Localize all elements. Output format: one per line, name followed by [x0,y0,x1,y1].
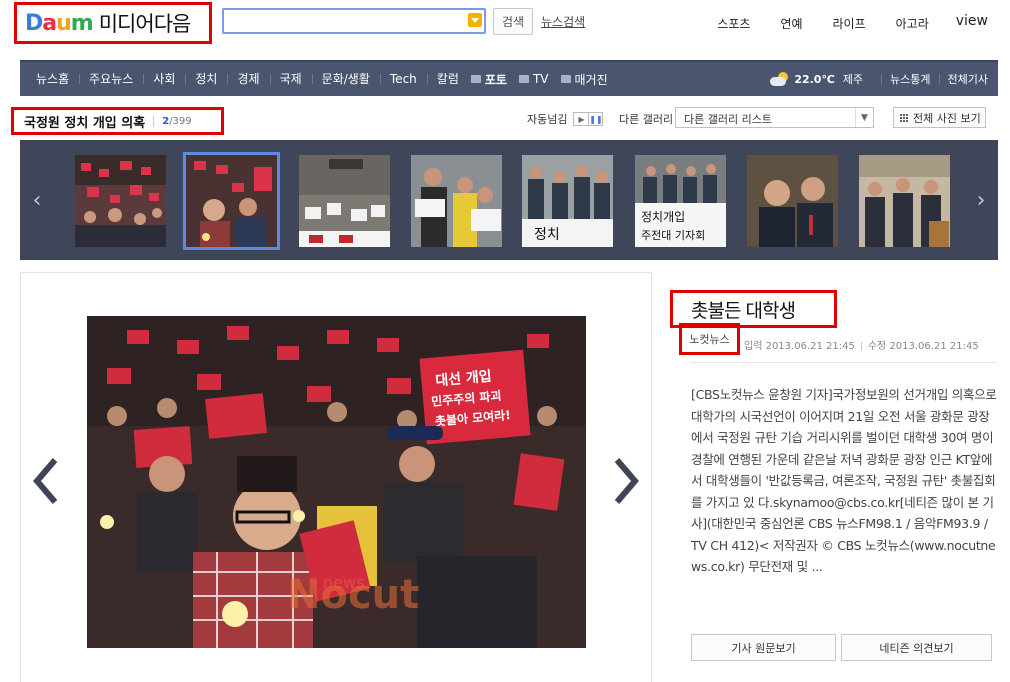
all-photos-button[interactable]: 전체 사진 보기 [893,107,986,128]
top-link-life[interactable]: 라이프 [833,15,866,32]
article-source[interactable]: 노컷뉴스 [679,323,740,355]
nav-all-articles[interactable]: 전체기사 [948,71,988,87]
thumbnail-1[interactable] [75,155,166,247]
svg-text:정치개입: 정치개입 [641,210,685,224]
input-date: 입력 2013.06.21 21:45 [744,341,855,352]
nav-politics[interactable]: 정치 [185,61,227,97]
weather-cloud-sun-icon [770,72,790,86]
thumbnail-7[interactable] [747,155,838,247]
photo-prev-arrow-icon[interactable] [31,456,61,506]
main-photo: 대선 개입 민주주의 파괴 촛불아 모여라! Nocut news [87,316,586,648]
logo-media-daum-text: 미디어다음 [98,12,192,36]
chevron-down-icon[interactable]: ▼ [855,108,873,127]
camera-icon [470,75,481,83]
gallery-title: 국정원 정치 개입 의혹 [24,115,146,131]
svg-text:정치: 정치 [534,227,560,243]
thumbnail-2-active[interactable] [183,152,280,250]
nav-top-news[interactable]: 주요뉴스 [79,61,143,97]
nav-culture[interactable]: 문화/생활 [311,61,380,97]
photo-next-arrow-icon[interactable] [611,456,641,506]
nav-photo-label: 포토 [484,72,507,87]
nav-photo[interactable]: 포토 [470,71,507,88]
autoplay-control: 자동넘김 ▶ ❚❚ [527,111,604,127]
thumbnail-3[interactable] [299,155,390,247]
gallery-counter: 2/399 [153,115,192,127]
gallery-select-value: 다른 갤러리 리스트 [684,113,772,126]
thumbnail-8[interactable] [859,155,950,247]
nav-news-home[interactable]: 뉴스홈 [26,61,79,97]
news-search-link[interactable]: 뉴스검색 [541,13,585,30]
article-dates: 입력 2013.06.21 21:45 수정 2013.06.21 21:45 [744,337,979,352]
gallery-title-box: 국정원 정치 개입 의혹 2/399 [11,107,224,135]
thumbnail-5[interactable]: 정치 [522,155,613,247]
article-divider [690,362,996,363]
other-gallery-select[interactable]: 다른 갤러리 리스트 ▼ [675,107,874,128]
photo-viewer: 대선 개입 민주주의 파괴 촛불아 모여라! Nocut news [20,272,652,682]
strip-prev-arrow-icon[interactable]: ‹ [20,140,54,260]
nav-column[interactable]: 칼럼 [426,61,469,97]
search-box[interactable] [222,8,486,34]
all-photos-label: 전체 사진 보기 [913,111,981,125]
top-link-entertainment[interactable]: 연예 [780,15,802,32]
edit-date: 수정 2013.06.21 21:45 [867,341,979,352]
svg-text:주전대 기자회: 주전대 기자회 [641,229,705,242]
view-original-button[interactable]: 기사 원문보기 [691,634,836,661]
daum-logo[interactable]: Daum 미디어다음 [14,2,212,44]
top-link-agora[interactable]: 아고라 [896,15,929,32]
search-input[interactable] [224,10,484,32]
grid-icon [900,113,909,122]
strip-next-arrow-icon[interactable]: › [964,140,998,260]
nav-society[interactable]: 사회 [143,61,185,97]
weather-city[interactable]: 제주 [843,71,863,87]
nav-international[interactable]: 국제 [269,61,312,97]
search-button[interactable]: 검색 [493,8,533,35]
top-service-nav: 스포츠 연예 라이프 아고라 view [687,13,988,32]
autoplay-label: 자동넘김 [527,113,568,126]
nav-news-stats[interactable]: 뉴스통계 [890,71,930,87]
other-gallery-label: 다른 갤러리 [619,113,674,126]
thumbnail-strip: ‹ › 정치 정치개입주전대 기자회 [20,140,998,260]
daum-logo-mark: Daum [25,10,94,36]
nav-tv-label: TV [532,72,549,86]
tv-icon [518,75,529,83]
article-body: [CBS노컷뉴스 윤창원 기자]국가정보원의 선거개입 의혹으로 대학가의 시국… [691,387,997,574]
search-dropdown-icon[interactable] [468,13,482,27]
nav-magazine-label: 매거진 [574,72,608,87]
top-link-view[interactable]: view [956,13,988,32]
top-link-sports[interactable]: 스포츠 [717,15,750,32]
nav-tv[interactable]: TV [518,72,549,86]
svg-text:news: news [323,573,364,592]
nav-tech[interactable]: Tech [379,61,427,97]
weather-temp: 22.0℃ [794,72,835,86]
magazine-icon [560,75,571,83]
nav-economy[interactable]: 경제 [227,61,269,97]
main-nav-bar: 뉴스홈 주요뉴스 사회 정치 경제 국제 문화/생활 Tech 칼럼 포토 TV… [20,60,998,96]
thumbnail-6[interactable]: 정치개입주전대 기자회 [635,155,726,247]
view-comments-button[interactable]: 네티즌 의견보기 [841,634,992,661]
nav-magazine[interactable]: 매거진 [560,71,608,88]
play-icon[interactable]: ▶ [574,113,588,125]
gallery-total: /399 [169,115,192,127]
pause-icon[interactable]: ❚❚ [588,113,603,125]
thumbnail-4[interactable] [411,155,502,247]
